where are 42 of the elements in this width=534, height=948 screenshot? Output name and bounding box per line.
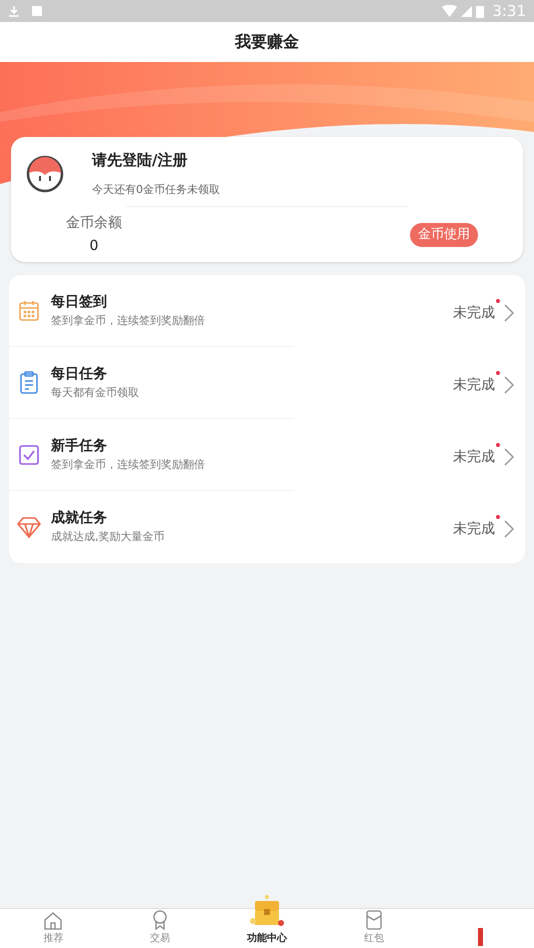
wifi-icon [442,5,458,17]
download-icon [8,5,20,17]
task-row[interactable]: 成就任务 成就达成,奖励大量金币 未完成 [9,491,525,563]
calendar-icon [18,300,40,322]
balance-label: 金币余额 [66,214,122,233]
nav-tab[interactable]: 交易 [106,908,214,948]
signal-icon [461,6,472,16]
task-row[interactable]: 新手任务 签到拿金币，连续签到奖励翻倍 未完成 [9,419,525,491]
envelope-icon [364,909,383,931]
task-status: 未完成 [453,520,495,538]
chevron-right-icon [503,447,515,467]
avatar [26,154,64,192]
battery-icon [476,4,484,18]
diamond-icon [17,516,41,538]
task-description: 签到拿金币，连续签到奖励翻倍 [51,313,206,330]
task-title: 新手任务 [51,436,108,456]
checkbox-icon [18,444,40,466]
home-icon [43,911,64,931]
chevron-right-icon [503,375,515,395]
task-title: 成就任务 [51,509,108,528]
chevron-right-icon [503,519,515,539]
task-title: 每日任务 [51,365,108,384]
nav-tab[interactable]: 推荐 [0,908,107,948]
medal-icon [151,909,170,931]
task-title: 每日签到 [51,293,108,312]
page-title: 我要赚金 [235,31,299,53]
clipboard-icon [18,371,40,395]
nav-tab[interactable]: 功能中心 [214,882,320,948]
login-prompt[interactable]: 请先登陆/注册 [92,149,220,172]
task-status: 未完成 [453,304,495,322]
nav-tab[interactable]: 红包 [320,908,428,948]
notification-icon [32,6,42,16]
task-status: 未完成 [453,376,495,394]
chevron-right-icon [503,303,515,323]
task-row[interactable]: 每日签到 签到拿金币，连续签到奖励翻倍 未完成 [9,275,525,347]
task-status: 未完成 [453,448,495,466]
task-row[interactable]: 每日任务 每天都有金币领取 未完成 [9,347,525,419]
pending-coins-text: 今天还有0金币任务未领取 [92,182,220,198]
task-description: 成就达成,奖励大量金币 [51,529,166,546]
task-description: 签到拿金币，连续签到奖励翻倍 [51,457,206,474]
task-description: 每天都有金币领取 [51,385,140,402]
balance-value: 0 [90,237,98,256]
